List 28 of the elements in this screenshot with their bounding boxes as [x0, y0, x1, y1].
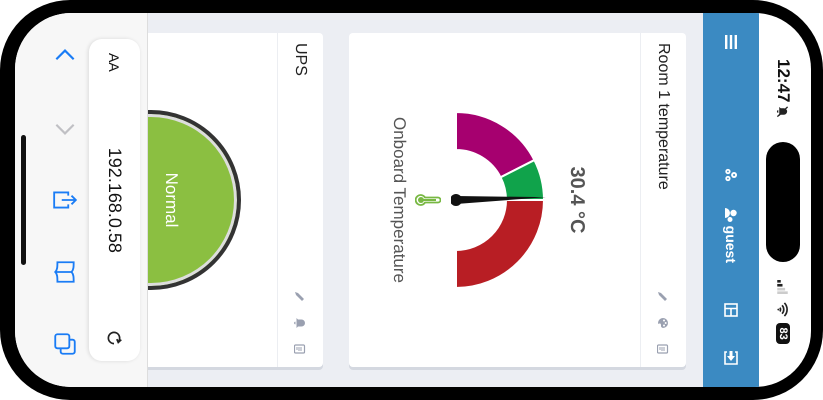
bell-off-icon: [776, 105, 790, 118]
signal-icon: [778, 280, 788, 294]
login-icon[interactable]: [724, 351, 738, 365]
temperature-value: 30.4 °C: [565, 166, 588, 234]
user-menu[interactable]: guest: [723, 208, 739, 263]
palette-icon[interactable]: [658, 317, 670, 329]
card-title: UPS: [292, 43, 310, 76]
pencil-icon[interactable]: [658, 291, 670, 303]
clock-time: 12:47: [773, 59, 793, 102]
tabs-icon[interactable]: [52, 331, 78, 357]
address-bar[interactable]: AA 192.168.0.58: [89, 39, 140, 361]
status-label: Normal: [161, 172, 181, 228]
text-size-button[interactable]: AA: [106, 53, 122, 72]
wifi-icon: [777, 302, 789, 318]
thermometer-icon: [415, 194, 441, 206]
card-title: Room 1 temperature: [654, 43, 672, 190]
clipboard-icon[interactable]: [658, 343, 670, 355]
settings-icon[interactable]: [724, 168, 738, 182]
clipboard-icon[interactable]: [294, 343, 306, 355]
user-icon: [725, 208, 737, 222]
panel-icon[interactable]: [724, 303, 738, 317]
battery-level: 83: [776, 323, 790, 344]
pencil-icon[interactable]: [294, 291, 306, 303]
address-text: 192.168.0.58: [104, 146, 125, 255]
reload-icon[interactable]: [106, 329, 124, 347]
sensor-caption: Onboard Temperature: [389, 116, 409, 283]
bell-icon[interactable]: [294, 317, 306, 329]
menu-icon[interactable]: [724, 35, 738, 49]
